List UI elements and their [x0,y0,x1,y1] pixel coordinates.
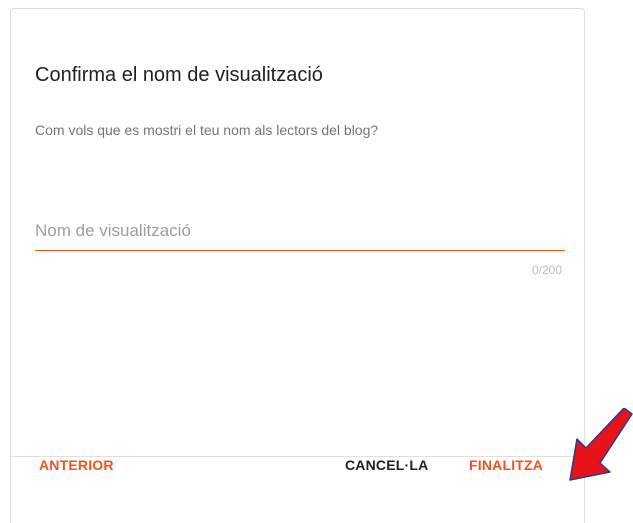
character-counter: 0/200 [531,263,562,277]
red-arrow-icon [569,408,633,481]
cancel-button[interactable]: CANCEL·LA [345,450,428,480]
dialog-subtitle: Com vols que es mostri el teu nom als le… [35,122,379,138]
confirm-display-name-dialog: Confirma el nom de visualització Com vol… [10,8,585,523]
finish-button[interactable]: FINALITZA [469,450,543,480]
screen: Confirma el nom de visualització Com vol… [0,0,633,523]
display-name-input[interactable] [35,214,565,248]
display-name-field[interactable] [35,214,565,251]
dialog-title: Confirma el nom de visualització [35,64,323,86]
previous-button[interactable]: ANTERIOR [39,450,114,480]
